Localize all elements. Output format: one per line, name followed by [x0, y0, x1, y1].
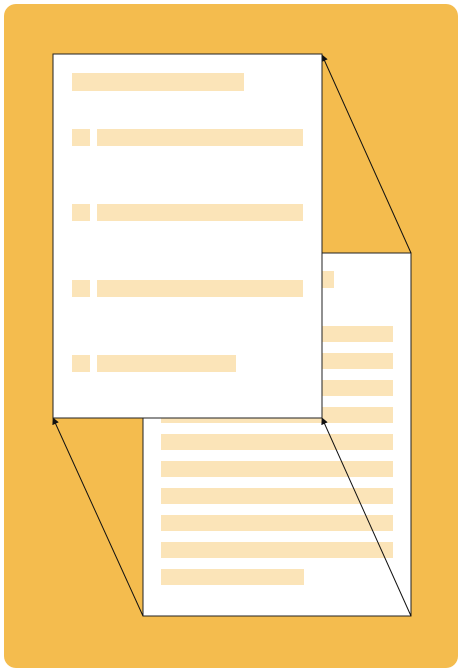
bullet-text-line — [97, 355, 236, 372]
back-page-text-line — [161, 515, 393, 531]
bullet-text-line — [97, 204, 303, 221]
back-page-text-line — [322, 326, 393, 342]
back-page-title-bar — [322, 271, 334, 288]
back-page-text-line — [161, 434, 393, 450]
bullet-marker — [72, 280, 90, 297]
back-page-text-line — [161, 569, 304, 585]
front-page-summary — [52, 53, 323, 419]
bullet-text-line — [97, 129, 303, 146]
arrow-top-right — [321, 54, 412, 254]
bullet-marker — [72, 355, 90, 372]
back-page-text-line — [161, 542, 393, 558]
arrow-bottom-left — [52, 417, 144, 617]
back-page-text-line — [161, 461, 393, 477]
back-page-text-line — [322, 380, 393, 396]
bullet-marker — [72, 204, 90, 221]
back-page-text-line — [322, 353, 393, 369]
bullet-text-line — [97, 280, 303, 297]
document-summary-illustration — [52, 53, 412, 617]
back-page-text-line — [161, 488, 393, 504]
bullet-marker — [72, 129, 90, 146]
front-page-title-bar — [72, 73, 244, 91]
